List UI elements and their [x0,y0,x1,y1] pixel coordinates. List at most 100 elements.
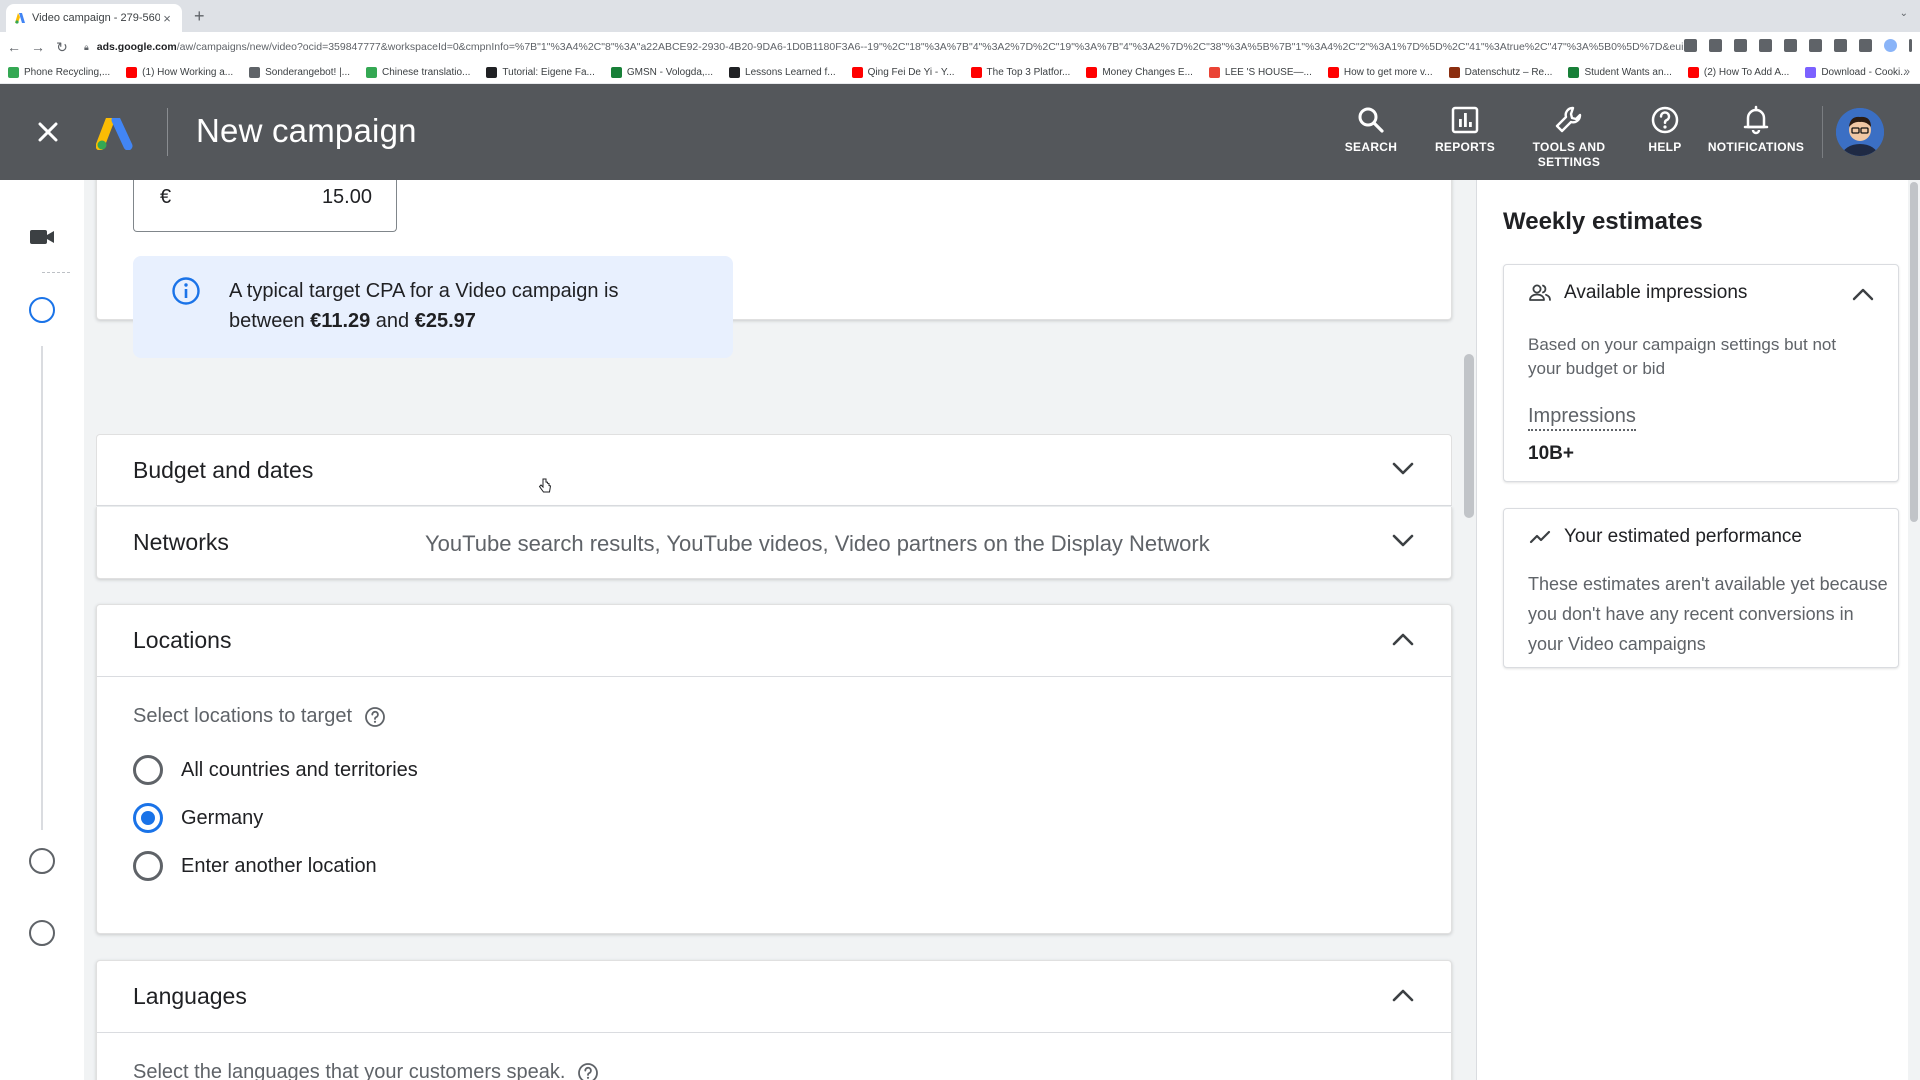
bookmark-label: Money Changes E... [1102,67,1193,78]
bookmark-label: Tutorial: Eigene Fa... [502,67,595,78]
weekly-estimates-title: Weekly estimates [1503,208,1703,235]
profile-icon[interactable] [1884,39,1897,52]
location-option-germany[interactable]: Germany [133,803,263,833]
bookmark-item[interactable]: (1) How Working a... [126,67,233,78]
reload-icon[interactable]: ↻ [52,39,72,56]
browser-tabstrip: Video campaign - 279-560-18 × + ⌄ [0,0,1920,32]
lock-icon: 🔒︎ [84,41,89,52]
bookmark-item[interactable]: How to get more v... [1327,67,1433,78]
bookmark-label: Datenschutz – Re... [1464,67,1553,78]
radio-button[interactable] [133,851,163,881]
panel-scrollbar[interactable] [1908,180,1920,1080]
avatar[interactable] [1836,108,1884,156]
bookmark-favicon-icon [486,67,498,78]
address-bar[interactable]: 🔒︎ ads.google.com /aw/campaigns/new/vide… [84,36,1684,58]
close-icon[interactable] [30,114,66,150]
main-scrollbar-thumb[interactable] [1464,354,1474,518]
bookmark-label: Student Wants an... [1584,67,1672,78]
bookmark-favicon-icon [1805,67,1817,78]
nav-help-button[interactable]: HELP [1638,104,1692,155]
puzzle-icon[interactable] [1809,39,1822,52]
nav-tools-button[interactable]: TOOLS AND SETTINGS [1526,104,1612,170]
step-bidding-circle[interactable] [29,297,55,323]
nav-notifications-label: NOTIFICATIONS [1707,140,1805,154]
bookmark-label: How to get more v... [1343,67,1433,78]
help-icon[interactable] [577,1062,599,1080]
bookmark-item[interactable]: The Top 3 Platfor... [970,67,1071,78]
networks-section[interactable]: Networks YouTube search results, YouTube… [96,507,1452,579]
location-option-other[interactable]: Enter another location [133,851,377,881]
bookmark-label: The Top 3 Platfor... [986,67,1071,78]
languages-header[interactable]: Languages [97,961,1451,1033]
url-path: /aw/campaigns/new/video?ocid=359847777&w… [176,41,1684,53]
sidebar-icon[interactable] [1859,39,1872,52]
browser-tab[interactable]: Video campaign - 279-560-18 × [6,4,182,32]
bidding-card: € 15.00 A typical target CPA for a Video… [96,180,1452,358]
chevron-down-icon[interactable] [1391,533,1415,549]
available-impressions-header[interactable]: Available impressions [1528,281,1747,305]
bookmark-item[interactable]: Lessons Learned f... [729,67,836,78]
share-icon[interactable] [1734,39,1747,52]
bookmark-item[interactable]: Phone Recycling,... [8,67,110,78]
extension-icons [1684,39,1912,52]
chevron-up-icon[interactable] [1391,631,1415,647]
main-scrollbar[interactable] [1462,180,1476,1080]
cpa-info-box: A typical target CPA for a Video campaig… [133,256,733,358]
nav-search-button[interactable]: SEARCH [1340,104,1402,155]
bookmark-item[interactable]: Datenschutz – Re... [1448,67,1553,78]
step-rail [0,180,84,1080]
chevron-up-icon[interactable] [1391,987,1415,1003]
tab-close-icon[interactable]: × [160,11,174,26]
step-circle[interactable] [29,920,55,946]
target-cpa-input[interactable]: € 15.00 [133,180,397,232]
bookmark-item[interactable]: LEE 'S HOUSE—... [1208,67,1312,78]
bookmark-item[interactable]: Money Changes E... [1086,67,1193,78]
google-ads-logo [96,118,133,150]
tab-search-icon[interactable]: ⌄ [1900,8,1908,19]
locations-prompt-text: Select locations to target [133,705,353,727]
chevron-up-icon[interactable] [1852,287,1874,301]
budget-dates-section[interactable]: Budget and dates [96,434,1452,506]
translate-icon[interactable] [1684,39,1697,52]
location-option-all[interactable]: All countries and territories [133,755,418,785]
bookmark-item[interactable]: Sonderangebot! |... [249,67,350,78]
bookmark-item[interactable]: (2) How To Add A... [1687,67,1789,78]
help-icon [1651,106,1679,134]
languages-title: Languages [133,983,247,1009]
zoom-icon[interactable] [1709,39,1722,52]
extension-icon[interactable] [1784,39,1797,52]
step-circle[interactable] [29,848,55,874]
location-option-label: Germany [181,806,264,829]
radio-button-selected[interactable] [133,803,163,833]
bookmark-item[interactable]: GMSN - Vologda,... [610,67,714,78]
bookmark-favicon-icon [1687,67,1699,78]
chevron-down-icon[interactable] [1391,461,1415,477]
bookmark-favicon-icon [1568,67,1580,78]
bookmark-label: Download - Cooki... [1821,67,1909,78]
bookmarks-overflow-button[interactable]: » [1904,66,1910,78]
rail-divider [42,272,70,273]
impressions-label[interactable]: Impressions [1528,405,1636,431]
new-tab-button[interactable]: + [194,6,205,26]
help-icon[interactable] [364,706,386,728]
browser-menu-icon[interactable] [1909,39,1912,52]
forward-icon[interactable]: → [28,39,48,55]
locations-header[interactable]: Locations [97,605,1451,677]
radio-button[interactable] [133,755,163,785]
bookmark-favicon-icon [970,67,982,78]
reading-list-icon[interactable] [1834,39,1847,52]
nav-reports-button[interactable]: REPORTS [1432,104,1498,155]
nav-notifications-button[interactable]: NOTIFICATIONS [1706,104,1806,155]
wrench-icon [1555,106,1582,133]
bookmark-label: LEE 'S HOUSE—... [1224,67,1312,78]
panel-scrollbar-thumb[interactable] [1910,182,1918,522]
bookmark-item[interactable]: Qing Fei De Yi - Y... [851,67,955,78]
bookmark-label: GMSN - Vologda,... [626,67,714,78]
bookmark-item[interactable]: Chinese translatio... [366,67,470,78]
bookmark-item[interactable]: Tutorial: Eigene Fa... [486,67,595,78]
bookmark-star-icon[interactable] [1759,39,1772,52]
bookmark-item[interactable]: Student Wants an... [1568,67,1672,78]
nav-reports-label: REPORTS [1434,140,1496,154]
back-icon[interactable]: ← [4,39,24,55]
bookmark-item[interactable]: Download - Cooki... [1805,67,1909,78]
